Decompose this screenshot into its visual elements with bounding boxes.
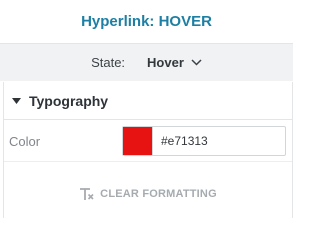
typography-panel: Typography Color #e71313 CLEAR FORMATTIN…	[3, 82, 293, 218]
color-hex-value[interactable]: #e71313	[161, 134, 208, 148]
state-label: State:	[91, 55, 126, 70]
typography-section-header[interactable]: Typography	[4, 82, 292, 120]
color-input[interactable]: #e71313	[122, 126, 286, 156]
clear-formatting-label: CLEAR FORMATTING	[100, 188, 217, 200]
color-row: Color #e71313	[4, 120, 292, 162]
color-swatch[interactable]	[123, 127, 153, 155]
chevron-down-icon	[191, 59, 202, 66]
state-value: Hover	[147, 55, 184, 70]
caret-down-icon	[12, 97, 21, 104]
section-title: Typography	[29, 92, 109, 109]
panel-title: Hyperlink: HOVER	[0, 0, 293, 43]
style-editor-panel: Hyperlink: HOVER State: Hover Typography…	[0, 0, 293, 218]
state-bar: State: Hover	[0, 43, 293, 81]
clear-formatting-button[interactable]: CLEAR FORMATTING	[4, 182, 292, 206]
color-label: Color	[9, 133, 41, 149]
state-dropdown[interactable]: Hover	[147, 55, 202, 70]
clear-formatting-icon	[79, 187, 94, 201]
